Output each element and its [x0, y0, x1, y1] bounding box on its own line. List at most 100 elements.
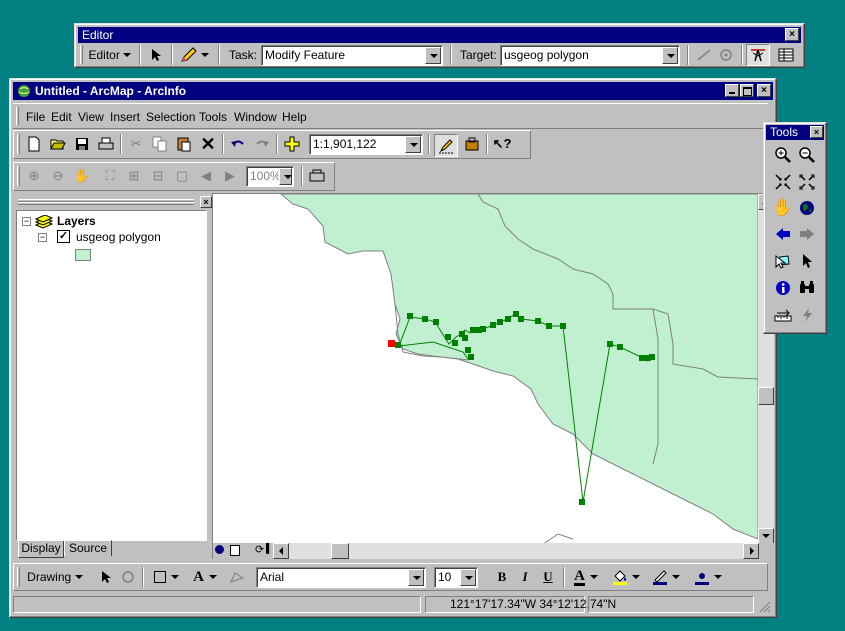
- chevron-down-icon[interactable]: [408, 569, 424, 586]
- editor-menu-button[interactable]: Editor: [86, 44, 134, 66]
- scroll-left-button[interactable]: [273, 543, 289, 559]
- collapse-layers-icon[interactable]: −: [22, 217, 31, 226]
- window-titlebar[interactable]: Untitled - ArcMap - ArcInfo ×: [13, 82, 773, 100]
- zoom-100-button[interactable]: ▢: [172, 166, 192, 186]
- marker-color-button[interactable]: [690, 566, 726, 588]
- menu-edit[interactable]: Edit: [51, 108, 72, 126]
- full-extent-button[interactable]: [797, 198, 817, 218]
- cut-button[interactable]: ✂: [126, 134, 146, 154]
- rotate-tool-button[interactable]: [715, 44, 737, 66]
- select-features-button[interactable]: [773, 251, 793, 271]
- delete-button[interactable]: ✕: [198, 134, 218, 154]
- task-dropdown[interactable]: Modify Feature: [261, 45, 443, 66]
- paste-button[interactable]: [174, 134, 194, 154]
- pause-drawing-button[interactable]: ▌: [266, 543, 272, 553]
- italic-button[interactable]: I: [514, 566, 536, 588]
- chevron-down-icon[interactable]: [279, 168, 292, 185]
- find-button[interactable]: [797, 278, 817, 298]
- forward-extent-button[interactable]: ▶: [220, 166, 240, 186]
- scale-dropdown[interactable]: 1:1,901,122: [309, 134, 423, 155]
- menu-grip[interactable]: [16, 107, 19, 125]
- font-size-dropdown[interactable]: 10: [434, 567, 478, 588]
- menu-selection[interactable]: Selection: [146, 108, 195, 126]
- menu-view[interactable]: View: [78, 108, 104, 126]
- toc-header[interactable]: ×: [16, 196, 212, 209]
- undo-button[interactable]: [228, 134, 248, 154]
- rotate-element-button[interactable]: [118, 566, 138, 588]
- menu-tools[interactable]: Tools: [199, 108, 227, 126]
- editor-toolbar-close-button[interactable]: ×: [785, 28, 799, 41]
- layout-zoom-in-button[interactable]: ⊕: [24, 166, 44, 186]
- zoom-percent-dropdown[interactable]: 100%: [246, 166, 294, 187]
- tab-display[interactable]: Display: [18, 541, 64, 558]
- sketch-tool-button[interactable]: [176, 44, 212, 66]
- drawing-menu-button[interactable]: Drawing: [24, 566, 86, 588]
- layer-visibility-checkbox[interactable]: ✓: [57, 230, 70, 243]
- new-button[interactable]: [24, 134, 44, 154]
- zoom-in-button[interactable]: [773, 145, 793, 165]
- layout-view-button[interactable]: [230, 545, 240, 556]
- menu-insert[interactable]: Insert: [110, 108, 140, 126]
- fixed-zoom-in-button[interactable]: [773, 172, 793, 192]
- close-button[interactable]: ×: [757, 84, 771, 97]
- editor-toolbar-titlebar[interactable]: Editor ×: [78, 27, 801, 43]
- bold-button[interactable]: B: [491, 566, 513, 588]
- zoom-fixed-out-button[interactable]: ⊟: [148, 166, 168, 186]
- editor-grip[interactable]: [80, 45, 83, 64]
- save-button[interactable]: [72, 134, 92, 154]
- redo-button[interactable]: [252, 134, 272, 154]
- chevron-down-icon[interactable]: [460, 569, 476, 586]
- layer-symbol-swatch[interactable]: [75, 249, 91, 261]
- tools-toolbar-titlebar[interactable]: Tools ×: [766, 125, 824, 140]
- zoom-fixed-in-button[interactable]: ⊞: [124, 166, 144, 186]
- toggle-draft-mode-button[interactable]: [307, 166, 327, 186]
- scroll-right-button[interactable]: [743, 543, 759, 559]
- font-dropdown[interactable]: Arial: [256, 567, 426, 588]
- measure-button[interactable]: [773, 305, 793, 325]
- underline-button[interactable]: U: [537, 566, 559, 588]
- copy-button[interactable]: [150, 134, 170, 154]
- fixed-zoom-out-button[interactable]: [797, 172, 817, 192]
- identify-button[interactable]: [773, 278, 793, 298]
- layers-label[interactable]: Layers: [57, 214, 96, 228]
- select-elements-button[interactable]: [96, 566, 116, 588]
- select-elements-button[interactable]: [797, 251, 817, 271]
- toolbar-grip[interactable]: [17, 567, 20, 587]
- new-text-button[interactable]: A: [188, 566, 222, 588]
- open-button[interactable]: [48, 134, 68, 154]
- print-button[interactable]: [96, 134, 116, 154]
- menu-help[interactable]: Help: [282, 108, 307, 126]
- hyperlink-button[interactable]: [797, 305, 817, 325]
- new-rectangle-button[interactable]: [148, 566, 184, 588]
- whats-this-button[interactable]: ↖?: [492, 134, 512, 154]
- sketch-properties-button[interactable]: [746, 44, 770, 66]
- tools-toolbar-close-button[interactable]: ×: [810, 126, 823, 138]
- menu-file[interactable]: File: [26, 108, 45, 126]
- forward-extent-button[interactable]: [797, 224, 817, 244]
- edit-tool-button[interactable]: [145, 44, 167, 66]
- zoom-whole-page-button[interactable]: ⛶: [100, 166, 120, 186]
- back-extent-button[interactable]: ◀: [196, 166, 216, 186]
- chevron-down-icon[interactable]: [425, 47, 441, 64]
- line-color-button[interactable]: [648, 566, 684, 588]
- layout-pan-button[interactable]: ✋: [72, 166, 92, 186]
- pan-button[interactable]: ✋: [772, 198, 793, 218]
- data-view-button[interactable]: [215, 545, 226, 556]
- edit-vertices-button[interactable]: [226, 566, 248, 588]
- maximize-button[interactable]: [740, 84, 754, 97]
- h-scroll-thumb[interactable]: [331, 543, 349, 559]
- zoom-out-button[interactable]: [797, 145, 817, 165]
- editor-toolbar-button[interactable]: [434, 134, 458, 157]
- scroll-down-button[interactable]: [758, 528, 774, 544]
- arctoolbox-button[interactable]: [462, 134, 482, 154]
- attributes-button[interactable]: [775, 44, 797, 66]
- menu-window[interactable]: Window: [234, 108, 277, 126]
- layout-zoom-out-button[interactable]: ⊖: [48, 166, 68, 186]
- toolbar-grip[interactable]: [17, 134, 20, 154]
- add-data-button[interactable]: [282, 134, 302, 154]
- chevron-down-icon[interactable]: [405, 136, 421, 153]
- chevron-down-icon[interactable]: [662, 47, 678, 64]
- map-horizontal-scrollbar[interactable]: [273, 543, 759, 559]
- tab-source[interactable]: Source: [64, 540, 112, 556]
- font-color-button[interactable]: A: [568, 566, 604, 588]
